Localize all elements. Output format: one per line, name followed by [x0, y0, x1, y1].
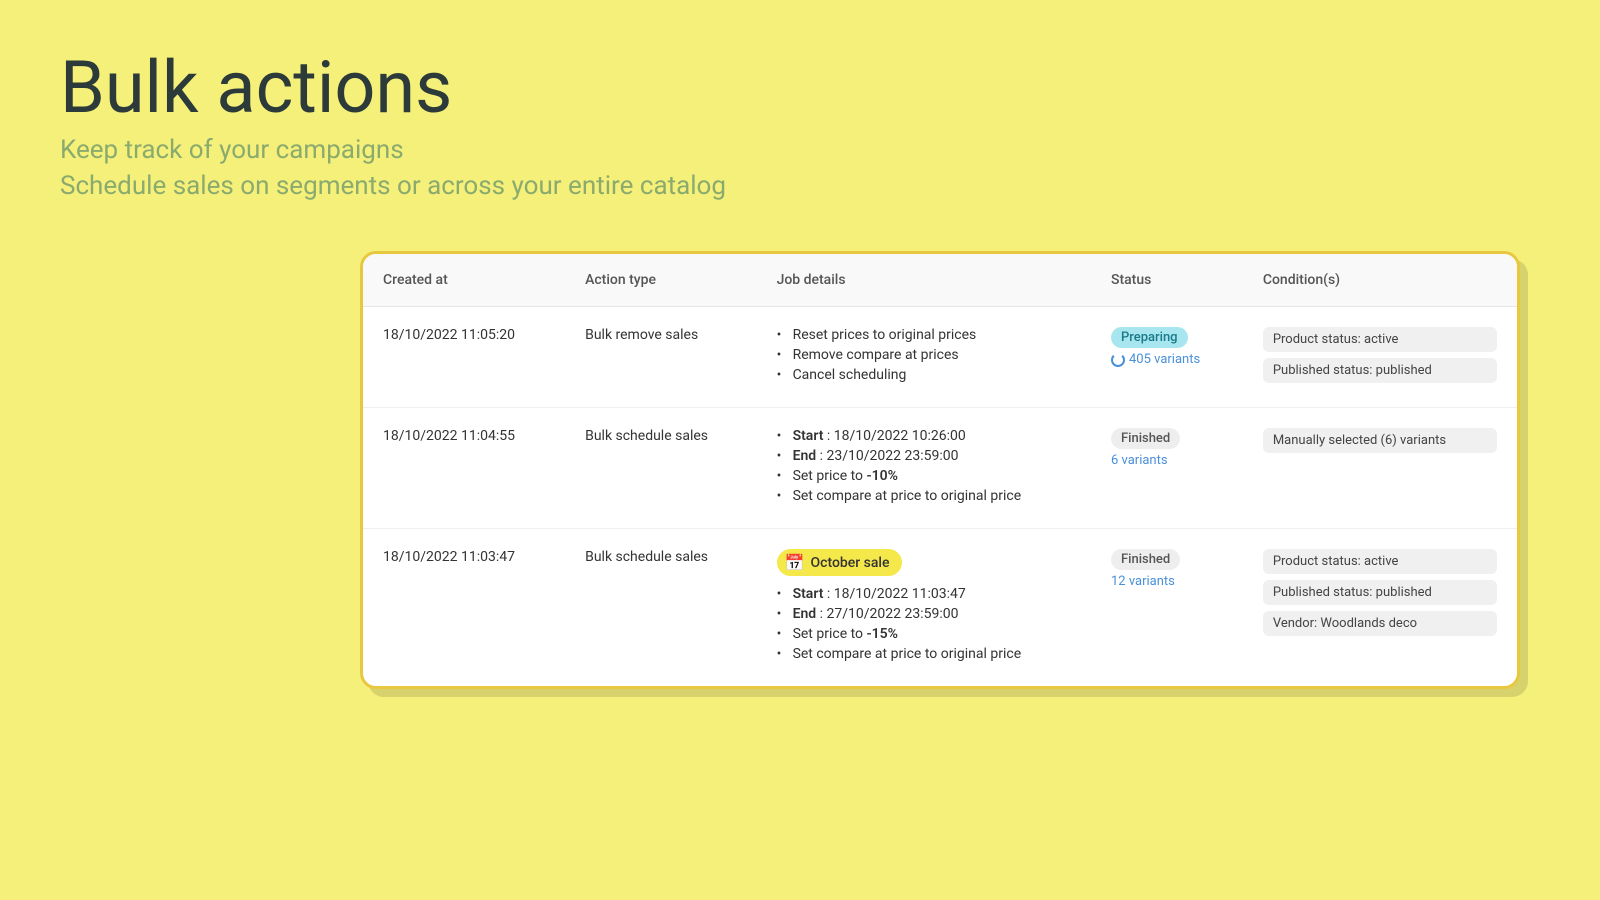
col-status: Status — [1091, 254, 1243, 307]
sale-badge-label: October sale — [810, 555, 889, 571]
page-title: Bulk actions — [60, 48, 1540, 127]
page-header: Bulk actions Keep track of your campaign… — [0, 0, 1600, 231]
table-row: 18/10/2022 11:04:55Bulk schedule salesSt… — [363, 408, 1517, 529]
job-detail-item: Cancel scheduling — [777, 367, 1071, 383]
sale-badge: 📅 October sale — [777, 549, 902, 576]
cell-created-at: 18/10/2022 11:05:20 — [363, 307, 565, 408]
status-badge: Preparing — [1111, 327, 1188, 348]
job-detail-item: Set compare at price to original price — [777, 488, 1071, 504]
cell-action-type: Bulk remove sales — [565, 307, 756, 408]
job-detail-item: End : 27/10/2022 23:59:00 — [777, 606, 1071, 622]
variants-text: 405 variants — [1129, 352, 1200, 367]
cell-status: Finished 12 variants — [1091, 529, 1243, 687]
page-subtitle2: Schedule sales on segments or across you… — [60, 171, 1540, 201]
condition-badge: Published status: published — [1263, 580, 1497, 605]
cell-created-at: 18/10/2022 11:04:55 — [363, 408, 565, 529]
spinner-icon — [1111, 353, 1125, 367]
job-detail-item: Start : 18/10/2022 11:03:47 — [777, 586, 1071, 602]
job-detail-item: Set price to -15% — [777, 626, 1071, 642]
cell-conditions: Manually selected (6) variants — [1243, 408, 1517, 529]
status-badge: Finished — [1111, 549, 1180, 570]
variants-text: 12 variants — [1111, 574, 1175, 589]
page-subtitle1: Keep track of your campaigns — [60, 135, 1540, 165]
job-detail-item: Set price to -10% — [777, 468, 1071, 484]
status-badge: Finished — [1111, 428, 1180, 449]
job-detail-item: Start : 18/10/2022 10:26:00 — [777, 428, 1071, 444]
table-row: 18/10/2022 11:05:20Bulk remove salesRese… — [363, 307, 1517, 408]
condition-badge: Product status: active — [1263, 327, 1497, 352]
variants-count: 405 variants — [1111, 352, 1223, 367]
cell-job-details: Reset prices to original prices Remove co… — [757, 307, 1091, 408]
bulk-actions-table: Created at Action type Job details Statu… — [363, 254, 1517, 686]
cell-status: Preparing 405 variants — [1091, 307, 1243, 408]
col-created-at: Created at — [363, 254, 565, 307]
variants-count: 12 variants — [1111, 574, 1223, 589]
cell-conditions: Product status: active Published status: … — [1243, 529, 1517, 687]
table-header-row: Created at Action type Job details Statu… — [363, 254, 1517, 307]
condition-badge: Manually selected (6) variants — [1263, 428, 1497, 453]
cell-created-at: 18/10/2022 11:03:47 — [363, 529, 565, 687]
variants-count: 6 variants — [1111, 453, 1223, 468]
col-job-details: Job details — [757, 254, 1091, 307]
cell-status: Finished 6 variants — [1091, 408, 1243, 529]
col-action-type: Action type — [565, 254, 756, 307]
job-detail-item: Set compare at price to original price — [777, 646, 1071, 662]
cell-conditions: Product status: active Published status: … — [1243, 307, 1517, 408]
variants-text: 6 variants — [1111, 453, 1168, 468]
condition-badge: Published status: published — [1263, 358, 1497, 383]
condition-badge: Product status: active — [1263, 549, 1497, 574]
calendar-icon: 📅 — [785, 553, 805, 572]
condition-badge: Vendor: Woodlands deco — [1263, 611, 1497, 636]
cell-action-type: Bulk schedule sales — [565, 529, 756, 687]
bulk-actions-table-container: Created at Action type Job details Statu… — [360, 251, 1520, 689]
table-row: 18/10/2022 11:03:47Bulk schedule sales 📅 O… — [363, 529, 1517, 687]
cell-job-details: Start : 18/10/2022 10:26:00 End : 23/10/2… — [757, 408, 1091, 529]
cell-action-type: Bulk schedule sales — [565, 408, 756, 529]
job-detail-item: Remove compare at prices — [777, 347, 1071, 363]
col-conditions: Condition(s) — [1243, 254, 1517, 307]
job-detail-item: Reset prices to original prices — [777, 327, 1071, 343]
job-detail-item: End : 23/10/2022 23:59:00 — [777, 448, 1071, 464]
cell-job-details: 📅 October sale Start : 18/10/2022 11:03:47… — [757, 529, 1091, 687]
